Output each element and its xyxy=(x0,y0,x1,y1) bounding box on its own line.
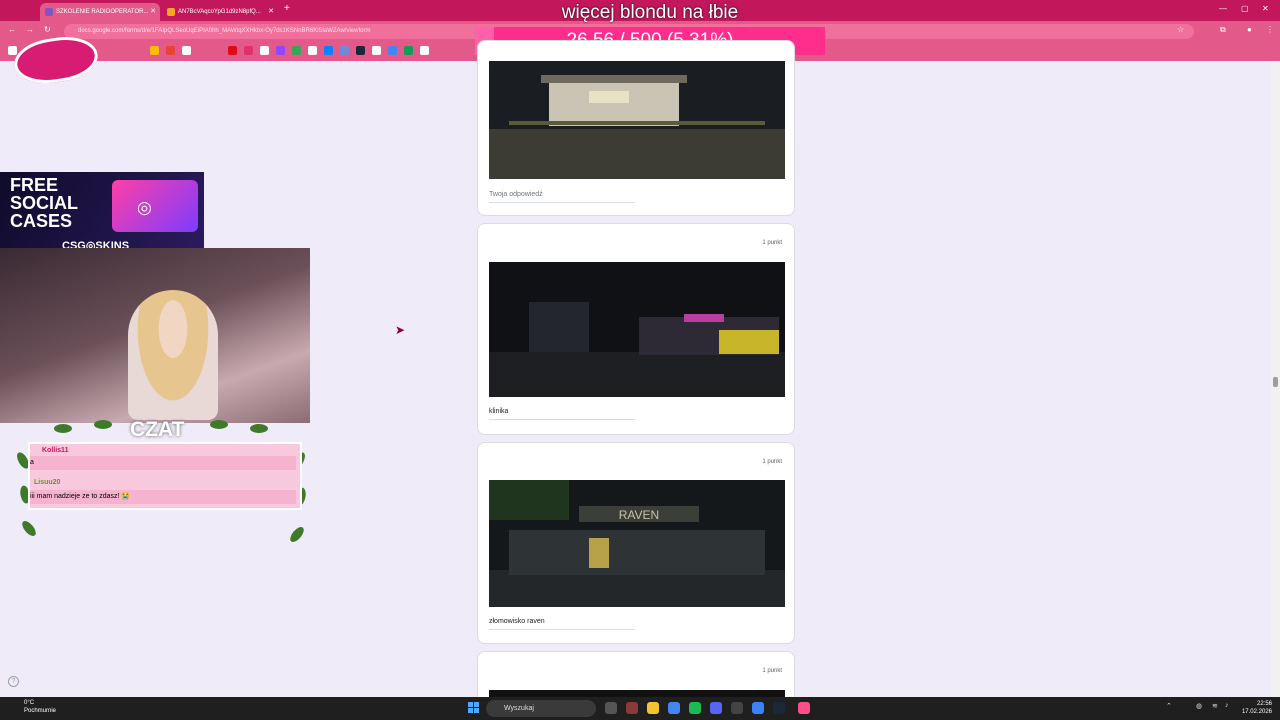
taskbar-search[interactable]: Wyszukaj xyxy=(486,700,596,717)
streamer xyxy=(128,290,218,420)
twitch-icon[interactable] xyxy=(276,46,285,55)
question-card: 1 punkt RAVEN złomowisko raven xyxy=(477,442,795,644)
windows-taskbar: 0°C Pochmurnie Wyszukaj ⌃ ◍ ≋ ♪ 22:56 17… xyxy=(0,697,1280,720)
tab-form[interactable]: SZKOLENIE RADIOOPERATOR... ✕ xyxy=(40,3,160,21)
case-image xyxy=(112,180,198,232)
steam-icon[interactable] xyxy=(773,702,785,714)
task-view-icon[interactable] xyxy=(605,702,617,714)
points-label: 1 punkt xyxy=(762,668,782,674)
leaf-decoration xyxy=(94,420,112,429)
chat-message: a xyxy=(30,456,296,470)
forward-icon[interactable]: → xyxy=(26,25,34,34)
volume-icon[interactable]: ♪ xyxy=(1225,702,1229,709)
scrollbar[interactable] xyxy=(1271,61,1280,697)
tab-label: AN7BcVAqcoYpG1d9zN8pfQ... xyxy=(178,9,261,15)
stream-title: więcej blondu na łbie xyxy=(561,2,739,23)
bookmark-icon[interactable] xyxy=(166,46,175,55)
answer-field[interactable]: złomowisko raven xyxy=(489,618,635,630)
discord-icon[interactable] xyxy=(340,46,349,55)
answer-field[interactable]: Twoja odpowiedź xyxy=(489,191,635,203)
close-window-icon[interactable]: ✕ xyxy=(1262,4,1269,13)
bookmark-icon[interactable] xyxy=(182,46,191,55)
scrollbar-thumb[interactable] xyxy=(1273,377,1278,387)
leaf-decoration xyxy=(250,424,268,433)
weather-widget[interactable]: 0°C Pochmurnie xyxy=(24,699,56,715)
close-icon[interactable]: ✕ xyxy=(150,3,156,21)
obs-icon[interactable] xyxy=(731,702,743,714)
search-label: Wyszukaj xyxy=(504,705,534,712)
app-icon[interactable] xyxy=(798,702,810,714)
wifi-icon[interactable]: ≋ xyxy=(1212,702,1218,710)
app-icon[interactable] xyxy=(626,702,638,714)
weather-temp: 0°C xyxy=(24,700,35,706)
close-icon[interactable]: ✕ xyxy=(268,3,274,21)
bookmark-icon[interactable] xyxy=(260,46,269,55)
chat-text: iii mam nadzieje ze to zdasz! 😭 xyxy=(30,493,131,500)
profile-avatar-icon[interactable]: ● xyxy=(1247,25,1252,34)
spotify-icon[interactable] xyxy=(689,702,701,714)
question-card: Twoja odpowiedź xyxy=(477,40,795,216)
chat-username: Kollis11 xyxy=(42,447,69,454)
question-image-clinic xyxy=(489,262,785,397)
points-label: 1 punkt xyxy=(762,459,782,465)
tray-chevron-icon[interactable]: ⌃ xyxy=(1166,702,1172,710)
chat-text: a xyxy=(30,459,34,466)
promo-headline: FREE SOCIAL CASES xyxy=(10,175,78,231)
leaf-decoration xyxy=(210,420,228,429)
points-label: 1 punkt xyxy=(762,240,782,246)
bookmark-icon[interactable] xyxy=(404,46,413,55)
chrome-icon[interactable] xyxy=(668,702,680,714)
extensions-icon[interactable]: ⧉ xyxy=(1220,25,1226,35)
bookmark-icon[interactable] xyxy=(308,46,317,55)
instagram-icon: ◎ xyxy=(137,198,152,217)
new-tab-button[interactable]: + xyxy=(284,3,290,14)
leaf-decoration xyxy=(54,424,72,433)
answer-field[interactable]: klinika xyxy=(489,408,635,420)
weather-desc: Pochmurnie xyxy=(24,708,57,714)
app-icon[interactable] xyxy=(752,702,764,714)
minimize-icon[interactable]: — xyxy=(1219,4,1227,13)
leaf-decoration xyxy=(287,524,307,545)
raven-sign-text: RAVEN xyxy=(619,508,659,522)
netflix-icon[interactable] xyxy=(228,46,237,55)
system-clock[interactable]: 22:56 17.02.2026 xyxy=(1238,700,1272,716)
network-icon[interactable]: ◍ xyxy=(1196,702,1202,710)
clock-time: 22:56 xyxy=(1256,701,1272,707)
bookmark-icon[interactable] xyxy=(420,46,429,55)
tab-image[interactable]: AN7BcVAqcoYpG1d9zN8pfQ... ✕ xyxy=(162,3,278,21)
instagram-icon[interactable] xyxy=(244,46,253,55)
chat-message: Lisuu20 xyxy=(30,476,296,490)
chat-message: iii mam nadzieje ze to zdasz! 😭 xyxy=(30,490,296,504)
chat-title: CZAT xyxy=(130,418,185,441)
bookmark-icon[interactable] xyxy=(292,46,301,55)
messenger-icon[interactable] xyxy=(324,46,333,55)
question-card: 1 punkt klinika xyxy=(477,223,795,435)
help-icon[interactable]: ? xyxy=(8,676,19,687)
question-image-police-station xyxy=(489,61,785,179)
image-icon xyxy=(167,8,175,16)
leaf-decoration xyxy=(19,518,39,539)
discord-icon[interactable] xyxy=(710,702,722,714)
promo-banner: FREE SOCIAL CASES CSG◎SKINS xyxy=(0,172,204,254)
maximize-icon[interactable]: ▢ xyxy=(1241,4,1249,13)
bookmark-icon[interactable] xyxy=(388,46,397,55)
mouse-cursor-icon: ➤ xyxy=(395,323,406,337)
forms-icon xyxy=(45,8,53,16)
start-button[interactable] xyxy=(468,702,480,714)
apps-icon[interactable] xyxy=(8,46,17,55)
steam-icon[interactable] xyxy=(356,46,365,55)
chat-username: Lisuu20 xyxy=(34,479,61,486)
file-explorer-icon[interactable] xyxy=(647,702,659,714)
clock-date: 17.02.2026 xyxy=(1241,709,1272,715)
tab-label: SZKOLENIE RADIOOPERATOR... xyxy=(56,9,149,15)
bookmark-icon[interactable] xyxy=(372,46,381,55)
question-image-scrapyard: RAVEN xyxy=(489,480,785,607)
back-icon[interactable]: ← xyxy=(8,25,16,34)
bookmark-icon[interactable] xyxy=(150,46,159,55)
menu-icon[interactable]: ⋮ xyxy=(1266,25,1274,34)
reload-icon[interactable]: ↻ xyxy=(44,25,51,34)
star-icon[interactable]: ☆ xyxy=(1177,25,1184,34)
